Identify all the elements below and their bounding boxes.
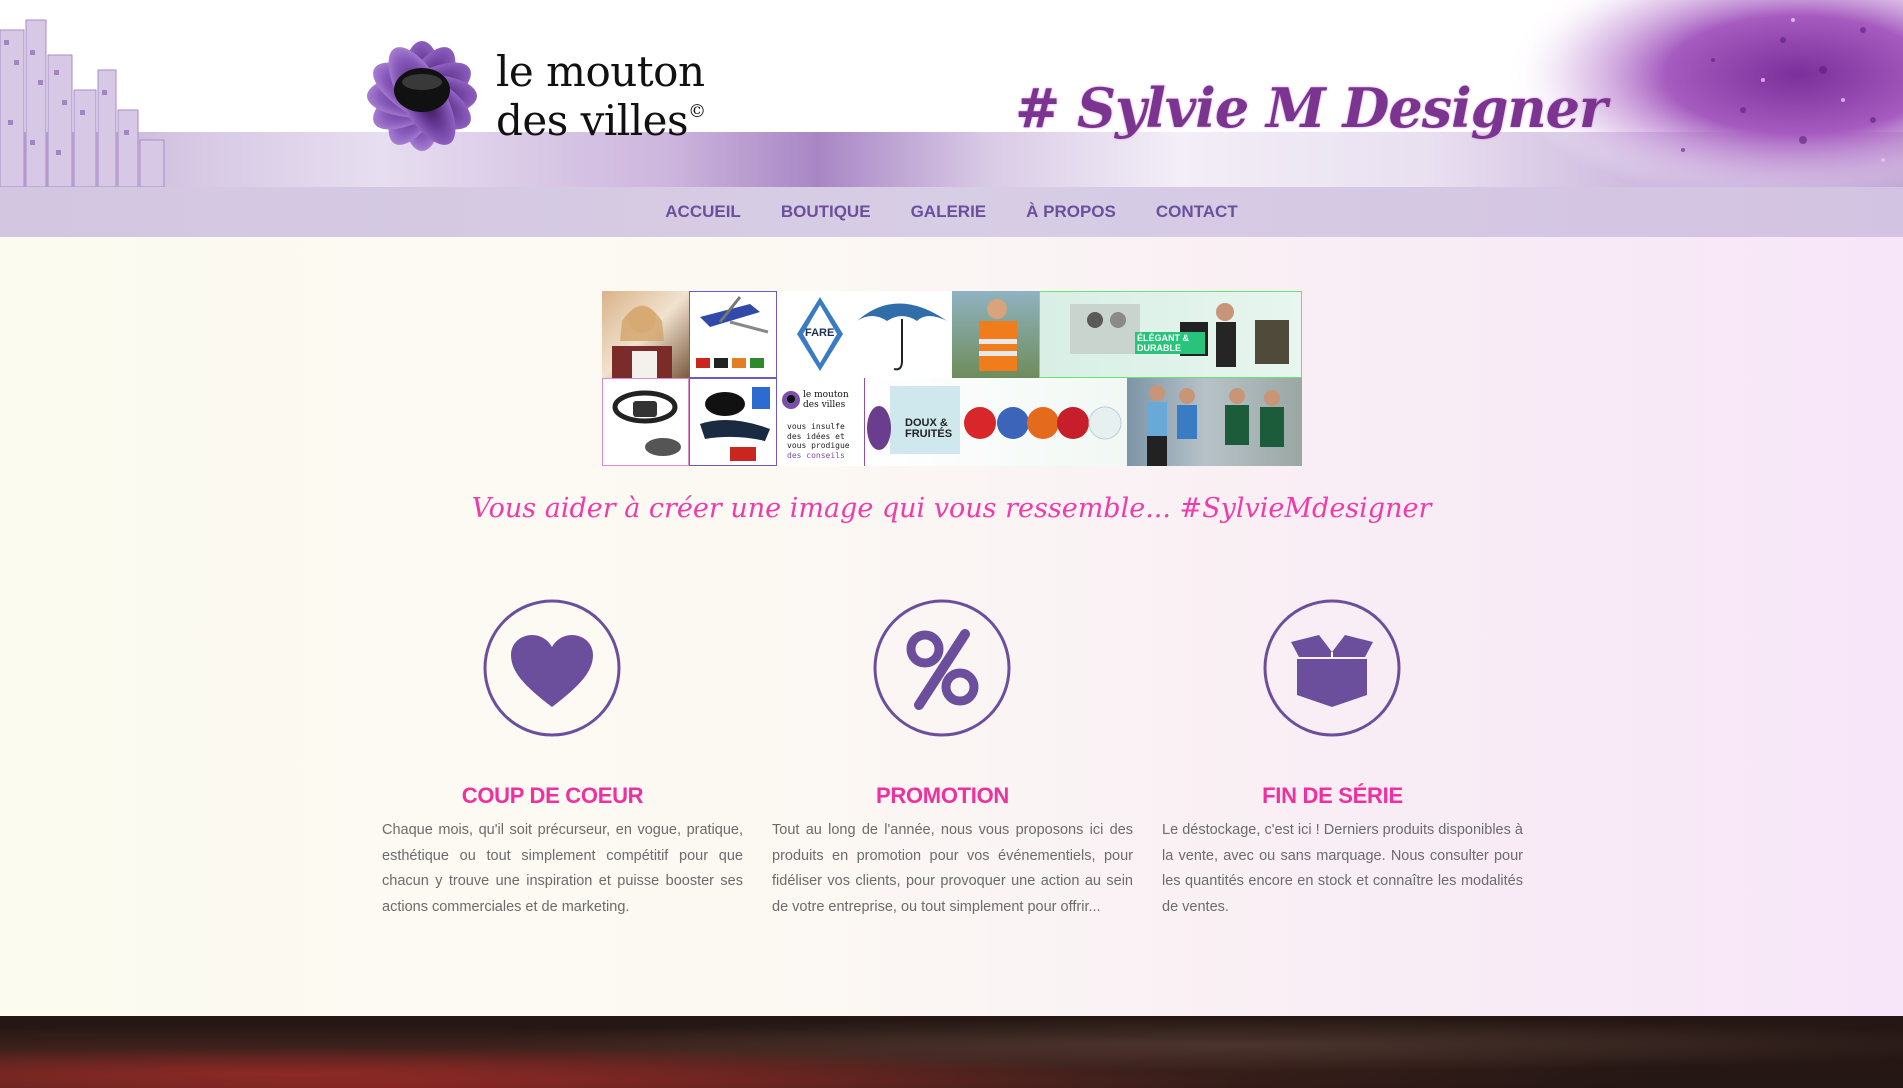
main-content: FARE ÉLÉGANT & DURABLE le mouton des vil… <box>0 237 1903 1016</box>
photo-plush-fruits[interactable]: DOUX & FRUITÉS <box>864 378 1127 466</box>
feature-title: FIN DE SÉRIE <box>1262 783 1403 808</box>
nav-item-a-propos[interactable]: À PROPOS <box>1026 202 1116 222</box>
tagline: Vous aider à créer une image qui vous re… <box>471 493 1432 524</box>
photo-multitool[interactable] <box>689 291 777 378</box>
sheep-flower-logo-icon <box>367 41 477 151</box>
nav-item-boutique[interactable]: BOUTIQUE <box>781 202 871 222</box>
fare-brand-label: FARE <box>805 327 835 339</box>
site-logo[interactable]: le mouton des villes© <box>352 26 712 166</box>
photo-headlamp[interactable] <box>602 378 689 466</box>
nav-item-accueil[interactable]: ACCUEIL <box>665 202 741 222</box>
safety-vest-icon <box>979 299 1017 371</box>
box-icon <box>1263 599 1401 737</box>
advice-line3: vous insulfe <box>787 422 845 431</box>
nav-item-contact[interactable]: CONTACT <box>1156 202 1238 222</box>
feature-text: Le déstockage, c'est ici ! Derniers prod… <box>1162 822 1523 915</box>
advice-logo-line2: des villes <box>803 400 846 410</box>
nav-item-galerie[interactable]: GALERIE <box>911 202 987 222</box>
product-mosaic: FARE ÉLÉGANT & DURABLE le mouton des vil… <box>602 291 1302 466</box>
photo-sunglasses[interactable] <box>689 378 777 466</box>
advice-line4: des idées et <box>787 431 845 441</box>
plush-promo-label: DOUX & FRUITÉS <box>905 417 953 440</box>
photo-bags[interactable]: ÉLÉGANT & DURABLE <box>1039 291 1302 378</box>
tshirts-icon <box>1147 385 1284 466</box>
umbrella-icon <box>797 297 947 371</box>
copyright-mark: © <box>688 100 706 122</box>
advice-line6: des conseils <box>787 450 845 460</box>
photo-logo-advice[interactable]: le mouton des villes vous insulfe des id… <box>777 378 864 466</box>
features-section: COUP DE COEUR Chaque mois, qu'il soit pr… <box>372 597 1530 917</box>
photo-safety-vest[interactable] <box>952 291 1039 378</box>
footer-background-photo <box>0 1016 1903 1088</box>
sunglasses-icon <box>700 387 770 461</box>
mini-flower-logo-icon <box>782 391 800 409</box>
headlamp-icon <box>612 390 681 456</box>
woman-photo-icon <box>612 305 672 378</box>
bags-promo-label: ÉLÉGANT & DURABLE <box>1135 332 1205 354</box>
designer-signature: # Sylvie M Designer <box>1015 76 1607 140</box>
feature-text: Chaque mois, qu'il soit précurseur, en v… <box>382 822 743 915</box>
logo-text-line2: des villes <box>496 95 689 145</box>
city-skyline-decoration <box>0 19 165 187</box>
header-banner: le mouton des villes© # Sylvie M Designe… <box>0 0 1903 187</box>
feature-text: Tout au long de l'année, nous vous propo… <box>772 822 1133 915</box>
photo-fare-umbrella[interactable]: FARE <box>777 291 952 378</box>
photo-tshirts[interactable] <box>1127 378 1302 466</box>
multitool-icon <box>696 296 769 368</box>
heart-icon <box>483 599 621 737</box>
percent-icon <box>873 599 1011 737</box>
logo-text-line1: le mouton <box>496 46 705 96</box>
feature-title: COUP DE COEUR <box>461 783 644 808</box>
advice-logo-line1: le mouton <box>803 390 849 400</box>
advice-line5: vous prodigue <box>787 441 850 450</box>
main-nav: ACCUEIL BOUTIQUE GALERIE À PROPOS CONTAC… <box>0 187 1903 237</box>
feature-title: PROMOTION <box>876 783 1009 808</box>
photo-woman-towel[interactable] <box>602 291 689 378</box>
